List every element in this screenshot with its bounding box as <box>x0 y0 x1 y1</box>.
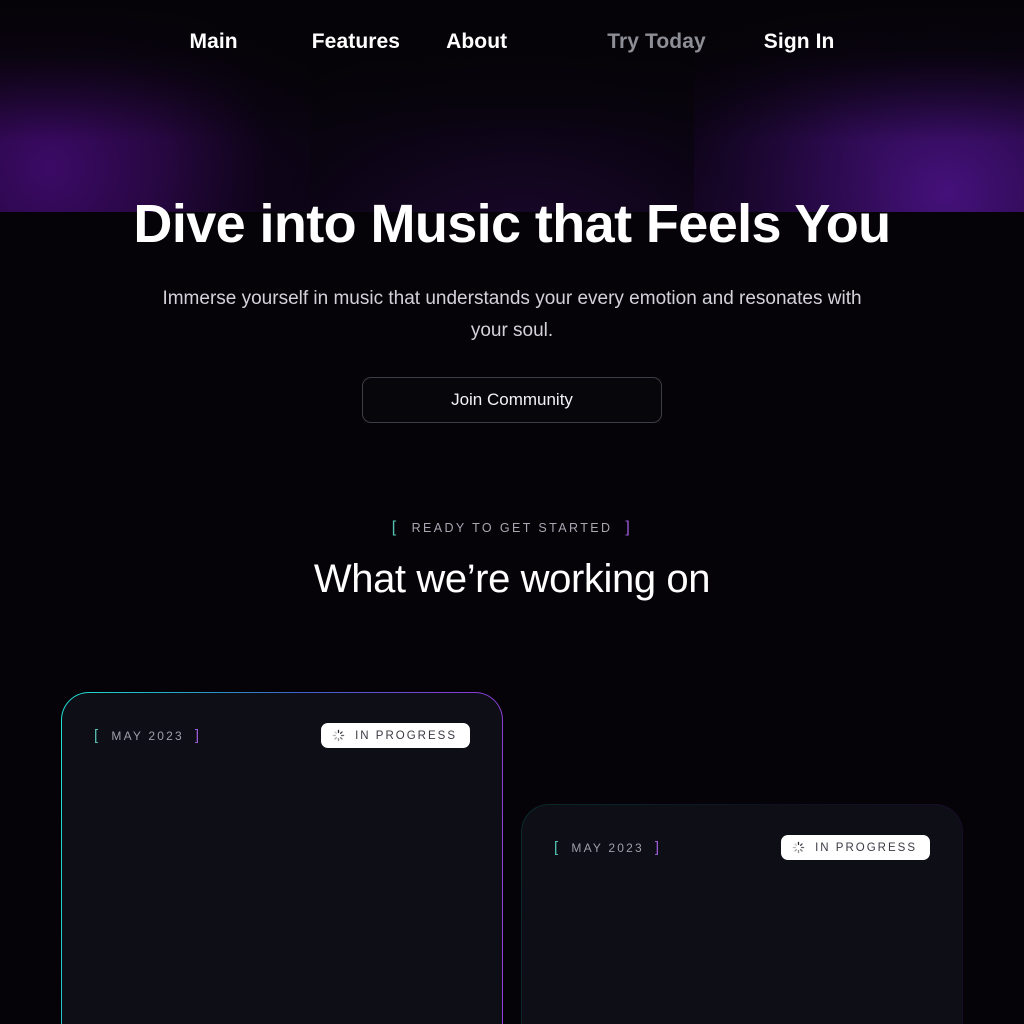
card-header: [ MAY 2023 ] IN PROGRESS <box>62 693 502 748</box>
spinner-icon <box>792 841 805 854</box>
bracket-left-icon: [ <box>94 727 101 744</box>
bracket-right-icon: ] <box>654 839 662 856</box>
nav-link-features[interactable]: Features <box>312 30 400 54</box>
status-badge[interactable]: IN PROGRESS <box>321 723 470 748</box>
status-badge-label: IN PROGRESS <box>815 841 917 854</box>
status-badge-label: IN PROGRESS <box>355 729 457 742</box>
hero-title: Dive into Music that Feels You <box>133 194 891 254</box>
join-community-button[interactable]: Join Community <box>362 377 662 423</box>
nav-links-group: Main Features About Try Today Sign In <box>190 30 835 54</box>
nav-link-sign-in[interactable]: Sign In <box>764 30 835 54</box>
section-eyebrow: [ READY TO GET STARTED ] <box>0 520 1024 536</box>
bracket-right-icon: ] <box>194 727 202 744</box>
status-badge[interactable]: IN PROGRESS <box>781 835 930 860</box>
spinner-icon <box>332 729 345 742</box>
section-eyebrow-label: READY TO GET STARTED <box>411 521 613 535</box>
nav-link-main[interactable]: Main <box>190 30 238 54</box>
bracket-left-icon: [ <box>391 519 399 536</box>
hero-subtitle: Immerse yourself in music that understan… <box>162 288 862 341</box>
bracket-left-icon: [ <box>554 839 561 856</box>
card-header: [ MAY 2023 ] IN PROGRESS <box>522 805 962 860</box>
card-date-label: MAY 2023 <box>571 840 644 855</box>
roadmap-card[interactable]: [ MAY 2023 ] IN PROGRESS <box>61 692 503 1024</box>
card-date-badge: [ MAY 2023 ] <box>94 728 201 743</box>
section-title: What we’re working on <box>313 557 711 601</box>
roadmap-card[interactable]: [ MAY 2023 ] IN PROGRESS <box>521 804 963 1024</box>
landing-page: Main Features About Try Today Sign In Di… <box>0 0 1024 1024</box>
card-date-label: MAY 2023 <box>111 728 184 743</box>
bracket-right-icon: ] <box>625 519 633 536</box>
main-navigation: Main Features About Try Today Sign In <box>0 0 1024 84</box>
nav-link-try-today[interactable]: Try Today <box>607 30 706 54</box>
card-date-badge: [ MAY 2023 ] <box>554 840 661 855</box>
nav-link-about[interactable]: About <box>446 30 507 54</box>
